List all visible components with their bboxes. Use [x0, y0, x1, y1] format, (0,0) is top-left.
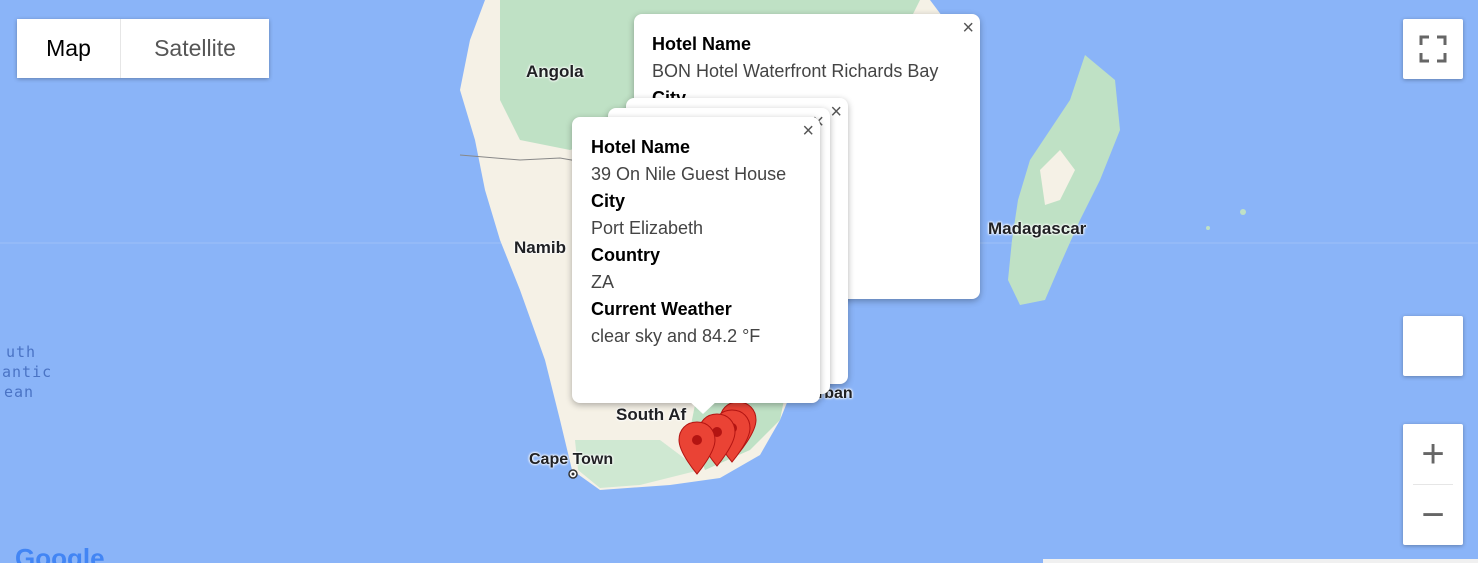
label-madagascar: Madagascar: [988, 219, 1087, 238]
zoom-control: + −: [1403, 424, 1463, 545]
label-namibia: Namib: [514, 238, 566, 257]
info-key-country: Country: [591, 245, 660, 265]
info-window-port-elizabeth: Hotel Name 39 On Nile Guest House City P…: [572, 117, 820, 403]
info-key-hotel-name: Hotel Name: [591, 137, 691, 157]
info-window-pointer: [688, 400, 718, 414]
label-ocean-1: uth: [6, 343, 37, 361]
label-angola: Angola: [526, 62, 584, 81]
info-key-city: City: [591, 191, 626, 211]
info-country: ZA: [591, 272, 615, 292]
map-type-map-button[interactable]: Map: [17, 19, 121, 78]
label-ocean-2: antic: [2, 363, 53, 381]
label-ocean-3: ean: [4, 383, 35, 401]
zoom-out-button[interactable]: −: [1403, 485, 1463, 545]
info-key-hotel-name: Hotel Name: [652, 34, 752, 54]
close-icon[interactable]: ×: [830, 102, 842, 122]
fullscreen-button[interactable]: [1403, 19, 1463, 79]
info-key-weather: Current Weather: [591, 299, 732, 319]
info-hotel-name: BON Hotel Waterfront Richards Bay: [652, 61, 939, 81]
zoom-in-button[interactable]: +: [1403, 424, 1463, 484]
info-hotel-name: 39 On Nile Guest House: [591, 164, 787, 184]
close-icon[interactable]: ×: [962, 18, 974, 38]
map-marker-1[interactable]: [677, 420, 717, 476]
close-icon[interactable]: ×: [802, 121, 814, 141]
info-city: Port Elizabeth: [591, 218, 704, 238]
info-weather: clear sky and 84.2 °F: [591, 326, 761, 346]
label-south-africa: South Af: [616, 405, 687, 424]
street-view-pegman-button[interactable]: [1403, 316, 1463, 376]
map-type-satellite-button[interactable]: Satellite: [121, 19, 269, 78]
attribution-bar: [1043, 559, 1478, 563]
google-logo[interactable]: Google: [15, 543, 105, 563]
fullscreen-icon: [1419, 35, 1447, 63]
map-canvas[interactable]: Angola Namib South Af Cape Town rban Mad…: [0, 0, 1478, 563]
label-cape-town: Cape Town: [529, 451, 614, 468]
